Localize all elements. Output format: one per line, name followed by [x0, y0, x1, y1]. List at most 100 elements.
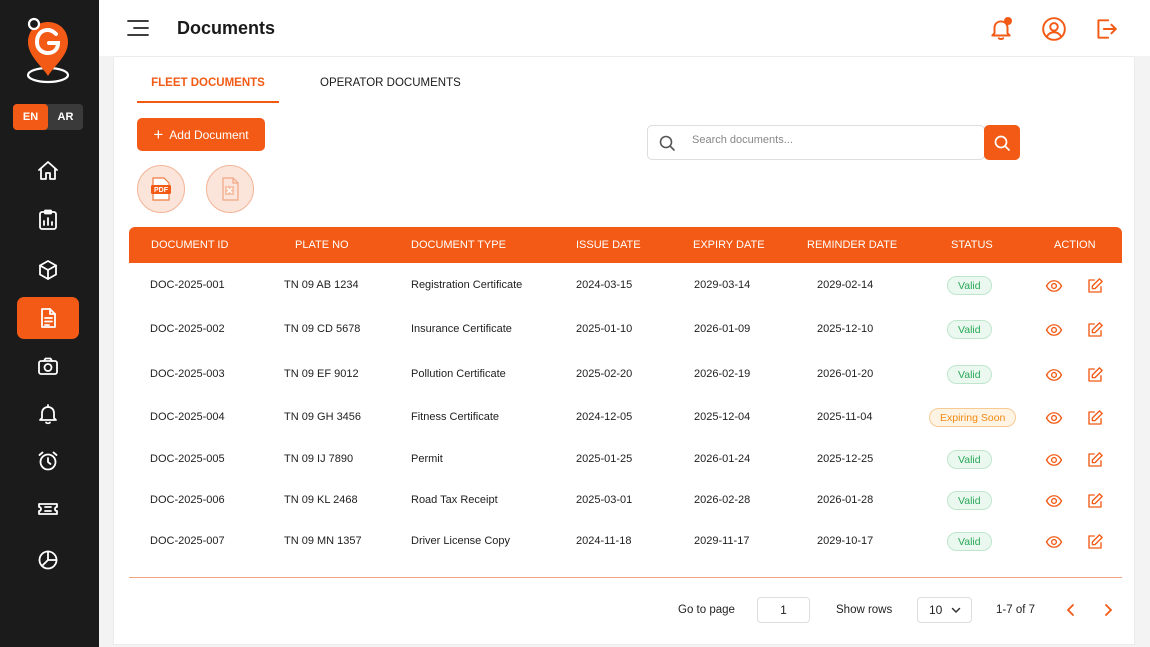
cell-plate-no: TN 09 KL 2468: [284, 494, 358, 506]
page-number-input[interactable]: [757, 597, 810, 623]
bell-icon: [39, 404, 57, 425]
cell-document-type: Registration Certificate: [411, 279, 523, 291]
export-pdf-button[interactable]: PDF: [137, 165, 185, 213]
nav-camera[interactable]: [17, 346, 79, 388]
notifications-button[interactable]: [988, 16, 1014, 42]
search-button[interactable]: [984, 125, 1020, 160]
cell-expiry-date: 2026-01-09: [694, 323, 751, 335]
status-badge: Valid: [947, 450, 992, 469]
cell-issue-date: 2024-03-15: [576, 279, 633, 291]
eye-icon: [1045, 280, 1063, 292]
tab-fleet-documents[interactable]: FLEET DOCUMENTS: [137, 77, 279, 103]
edit-icon: [1088, 534, 1103, 549]
home-icon: [38, 161, 58, 180]
view-button[interactable]: [1045, 366, 1063, 384]
table-row: DOC-2025-003 TN 09 EF 9012 Pollution Certi…: [129, 354, 1122, 395]
nav-packages[interactable]: [17, 249, 79, 291]
cell-document-type: Fitness Certificate: [411, 411, 500, 423]
nav-home[interactable]: [17, 150, 79, 192]
col-expiry-date[interactable]: EXPIRY DATE: [693, 239, 765, 251]
cell-document-type: Driver License Copy: [411, 535, 511, 547]
cell-expiry-date: 2026-02-28: [694, 494, 751, 506]
cell-document-type: Permit: [411, 453, 443, 465]
menu-icon[interactable]: [126, 18, 150, 38]
export-excel-button[interactable]: [206, 165, 254, 213]
cell-document-id: DOC-2025-005: [150, 453, 225, 465]
view-button[interactable]: [1045, 451, 1063, 469]
col-document-type[interactable]: DOCUMENT TYPE: [411, 239, 506, 251]
cell-plate-no: TN 09 EF 9012: [284, 368, 359, 380]
box-icon: [39, 260, 57, 280]
cell-document-id: DOC-2025-004: [150, 411, 225, 423]
logout-icon: [1097, 19, 1117, 39]
edit-button[interactable]: [1086, 451, 1104, 469]
rows-per-page-select[interactable]: 10: [917, 597, 972, 623]
cell-expiry-date: 2029-11-17: [694, 535, 750, 547]
notification-dot: [1004, 17, 1012, 25]
status-badge: Valid: [947, 532, 992, 551]
cell-expiry-date: 2025-12-04: [694, 411, 751, 423]
plus-icon: +: [153, 125, 164, 144]
edit-icon: [1088, 278, 1103, 293]
edit-icon: [1088, 493, 1103, 508]
cell-document-id: DOC-2025-001: [150, 279, 225, 291]
nav-analytics[interactable]: [17, 539, 79, 581]
lang-en-button[interactable]: EN: [13, 104, 48, 130]
view-button[interactable]: [1045, 277, 1063, 295]
add-document-button[interactable]: + Add Document: [137, 118, 265, 151]
edit-icon: [1088, 452, 1103, 467]
cell-plate-no: TN 09 MN 1357: [284, 535, 362, 547]
col-status[interactable]: STATUS: [951, 239, 993, 251]
cell-reminder-date: 2026-01-20: [817, 368, 874, 380]
cell-document-id: DOC-2025-007: [150, 535, 225, 547]
page-title: Documents: [177, 18, 276, 38]
search-input[interactable]: [692, 134, 972, 146]
logout-button[interactable]: [1093, 16, 1119, 42]
nav-notifications[interactable]: [17, 393, 79, 435]
status-badge: Valid: [947, 491, 992, 510]
cell-reminder-date: 2025-12-10: [817, 323, 874, 335]
nav-documents[interactable]: [17, 297, 79, 339]
view-button[interactable]: [1045, 409, 1063, 427]
lang-ar-button[interactable]: AR: [48, 104, 83, 130]
col-issue-date[interactable]: ISSUE DATE: [576, 239, 641, 251]
cell-plate-no: TN 09 GH 3456: [284, 411, 362, 423]
eye-icon: [1045, 324, 1063, 336]
edit-button[interactable]: [1086, 321, 1104, 339]
edit-button[interactable]: [1086, 409, 1104, 427]
eye-icon: [1045, 495, 1063, 507]
next-page-icon[interactable]: [1100, 602, 1116, 618]
edit-button[interactable]: [1086, 366, 1104, 384]
edit-button[interactable]: [1086, 277, 1104, 295]
status-badge: Valid: [947, 365, 992, 384]
col-document-id[interactable]: DOCUMENT ID: [151, 239, 228, 251]
cell-document-id: DOC-2025-006: [150, 494, 225, 506]
table-divider: [129, 577, 1122, 578]
table-row: DOC-2025-002 TN 09 CD 5678 Insurance Certi…: [129, 309, 1122, 350]
cell-issue-date: 2024-12-05: [576, 411, 633, 423]
edit-button[interactable]: [1086, 533, 1104, 551]
nav-alarms[interactable]: [17, 440, 79, 482]
view-button[interactable]: [1045, 533, 1063, 551]
view-button[interactable]: [1045, 492, 1063, 510]
nav-tickets[interactable]: [17, 488, 79, 530]
cell-document-id: DOC-2025-002: [150, 323, 225, 335]
tab-operator-documents[interactable]: OPERATOR DOCUMENTS: [320, 77, 461, 103]
add-document-label: Add Document: [169, 127, 249, 142]
col-reminder-date[interactable]: REMINDER DATE: [807, 239, 897, 251]
profile-button[interactable]: [1041, 16, 1067, 42]
cell-expiry-date: 2026-01-24: [694, 453, 751, 465]
show-rows-label: Show rows: [836, 604, 893, 616]
language-switcher: EN AR: [13, 104, 83, 130]
nav-reports[interactable]: [17, 199, 79, 241]
header: Documents: [99, 0, 1150, 56]
pdf-icon: PDF: [151, 177, 171, 201]
documents-card: FLEET DOCUMENTS OPERATOR DOCUMENTS + Add…: [113, 56, 1135, 645]
previous-page-icon[interactable]: [1063, 602, 1079, 618]
col-plate-no[interactable]: PLATE NO: [295, 239, 349, 251]
camera-icon: [38, 357, 58, 375]
cell-plate-no: TN 09 AB 1234: [284, 279, 359, 291]
edit-button[interactable]: [1086, 492, 1104, 510]
view-button[interactable]: [1045, 321, 1063, 339]
cell-issue-date: 2025-02-20: [576, 368, 633, 380]
